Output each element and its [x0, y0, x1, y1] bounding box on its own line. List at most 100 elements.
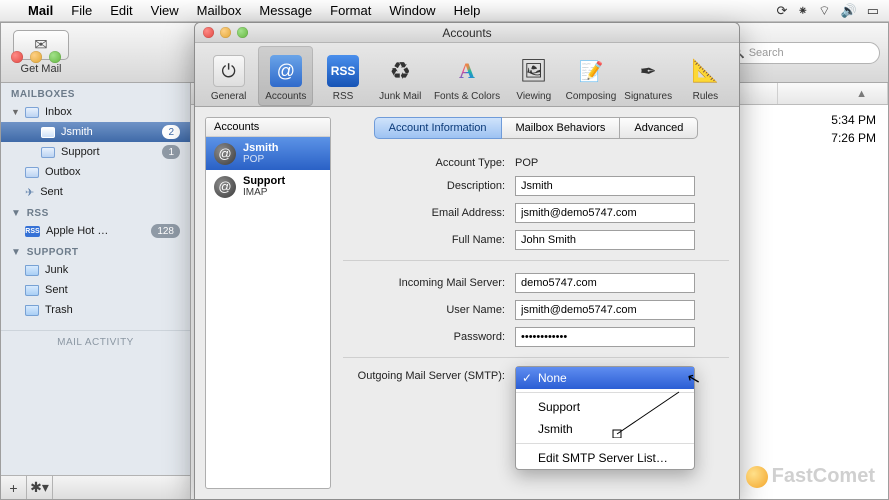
viewing-icon: 🖼 [518, 55, 550, 87]
prefs-tab-rss[interactable]: RSS RSS [315, 46, 370, 106]
prefs-tab-general[interactable]: ⏻ General [201, 46, 256, 106]
inbox-icon [41, 147, 55, 158]
username-label: User Name: [343, 304, 515, 316]
sync-icon[interactable]: ⟳ [776, 3, 787, 19]
volume-icon[interactable]: 🔊 [841, 3, 857, 19]
zoom-button[interactable] [237, 27, 248, 38]
account-detail: Account Information Mailbox Behaviors Ad… [343, 117, 729, 489]
app-menu[interactable]: Mail [28, 3, 53, 18]
tab-account-information[interactable]: Account Information [374, 117, 502, 139]
menu-format[interactable]: Format [330, 3, 371, 18]
add-button[interactable]: + [1, 476, 27, 499]
sidebar-item-inbox[interactable]: ▼ Inbox [1, 102, 190, 122]
username-input[interactable] [515, 300, 695, 320]
tab-mailbox-behaviors[interactable]: Mailbox Behaviors [502, 117, 621, 139]
fastcomet-watermark: FastComet [746, 465, 875, 488]
chevron-down-icon[interactable]: ▼ [11, 247, 21, 258]
folder-icon [25, 265, 39, 276]
sidebar: MAILBOXES ▼ Inbox Jsmith 2 Support 1 Out… [1, 83, 191, 499]
unread-badge: 1 [162, 145, 180, 159]
email-input[interactable] [515, 203, 695, 223]
preferences-window: Accounts ⏻ General @ Accounts RSS RSS ♻︎… [194, 22, 740, 500]
fullname-label: Full Name: [343, 234, 515, 246]
chevron-down-icon[interactable]: ▼ [11, 208, 21, 219]
prefs-titlebar[interactable]: Accounts [195, 23, 739, 43]
inbox-icon [41, 127, 55, 138]
sort-indicator-icon[interactable]: ▲ [856, 88, 867, 100]
prefs-tab-accounts[interactable]: @ Accounts [258, 46, 313, 106]
menu-view[interactable]: View [151, 3, 179, 18]
inbox-icon [25, 107, 39, 118]
sidebar-item-inbox-support[interactable]: Support 1 [1, 142, 190, 162]
password-label: Password: [343, 331, 515, 343]
smtp-edit-server-list[interactable]: Edit SMTP Server List… [516, 447, 694, 469]
minimize-button[interactable] [220, 27, 231, 38]
menu-window[interactable]: Window [389, 3, 435, 18]
status-icons: ⟳ ⁕ ⌔ 🔊 ▭ [776, 3, 879, 19]
smtp-option-none[interactable]: None [516, 367, 694, 389]
account-type-label: Account Type: [343, 157, 515, 169]
prefs-tab-viewing[interactable]: 🖼 Viewing [506, 46, 561, 106]
prefs-tab-junk[interactable]: ♻︎ Junk Mail [373, 46, 428, 106]
smtp-option-support[interactable]: Support [516, 396, 694, 418]
compose-icon: 📝 [575, 55, 607, 87]
rss-icon: RSS [25, 226, 40, 237]
switch-icon: ⏻ [213, 55, 245, 87]
prefs-toolbar: ⏻ General @ Accounts RSS RSS ♻︎ Junk Mai… [195, 43, 739, 107]
menu-mailbox[interactable]: Mailbox [197, 3, 242, 18]
prefs-tab-fonts[interactable]: A Fonts & Colors [430, 46, 504, 106]
prefs-tab-signatures[interactable]: ✒︎ Signatures [621, 46, 676, 106]
bluetooth-icon[interactable]: ⁕ [797, 3, 808, 19]
account-row-support[interactable]: @ Support IMAP [206, 170, 330, 203]
action-menu-button[interactable]: ✱▾ [27, 476, 53, 499]
sidebar-section-rss: ▼ RSS [1, 202, 190, 221]
sidebar-item-junk[interactable]: Junk [1, 260, 190, 280]
sent-icon: ✈︎ [25, 186, 34, 199]
email-label: Email Address: [343, 207, 515, 219]
incoming-label: Incoming Mail Server: [343, 277, 515, 289]
sidebar-item-support-sent[interactable]: Sent [1, 280, 190, 300]
rss-icon: RSS [327, 55, 359, 87]
description-input[interactable] [515, 176, 695, 196]
unread-badge: 128 [151, 224, 180, 238]
prefs-tab-composing[interactable]: 📝 Composing [563, 46, 618, 106]
account-row-jsmith[interactable]: @ Jsmith POP [206, 137, 330, 170]
wifi-icon[interactable]: ⌔ [818, 3, 830, 19]
password-input[interactable] [515, 327, 695, 347]
close-button[interactable] [11, 51, 23, 63]
at-icon: @ [270, 55, 302, 87]
sidebar-item-inbox-jsmith[interactable]: Jsmith 2 [1, 122, 190, 142]
prefs-tab-rules[interactable]: 📐 Rules [678, 46, 733, 106]
sidebar-footer: + ✱▾ [1, 475, 190, 499]
menubar: Mail File Edit View Mailbox Message Form… [0, 0, 889, 22]
account-type-value: POP [515, 157, 538, 169]
sidebar-item-outbox[interactable]: Outbox [1, 162, 190, 182]
prefs-title: Accounts [442, 26, 491, 40]
minimize-button[interactable] [30, 51, 42, 63]
menu-file[interactable]: File [71, 3, 92, 18]
sidebar-section-mailboxes: MAILBOXES [1, 83, 190, 102]
sidebar-item-sent[interactable]: ✈︎ Sent [1, 182, 190, 202]
rules-icon: 📐 [689, 55, 721, 87]
smtp-option-jsmith[interactable]: Jsmith [516, 418, 694, 440]
smtp-label: Outgoing Mail Server (SMTP): [343, 370, 515, 382]
menu-edit[interactable]: Edit [110, 3, 132, 18]
battery-icon[interactable]: ▭ [867, 3, 879, 19]
tab-advanced[interactable]: Advanced [620, 117, 698, 139]
close-button[interactable] [203, 27, 214, 38]
menu-help[interactable]: Help [454, 3, 481, 18]
accounts-list: Accounts @ Jsmith POP @ Support IMAP [205, 117, 331, 489]
outbox-icon [25, 167, 39, 178]
folder-icon [25, 285, 39, 296]
search-input[interactable]: 🔍 Search [720, 42, 880, 64]
sidebar-item-trash[interactable]: Trash [1, 300, 190, 320]
chevron-down-icon[interactable]: ▼ [11, 107, 19, 117]
zoom-button[interactable] [49, 51, 61, 63]
sidebar-item-rss-apple[interactable]: RSS Apple Hot … 128 [1, 221, 190, 241]
menu-message[interactable]: Message [259, 3, 312, 18]
folder-icon [25, 305, 39, 316]
recycle-icon: ♻︎ [384, 55, 416, 87]
account-tabs: Account Information Mailbox Behaviors Ad… [343, 117, 729, 139]
incoming-input[interactable] [515, 273, 695, 293]
fullname-input[interactable] [515, 230, 695, 250]
